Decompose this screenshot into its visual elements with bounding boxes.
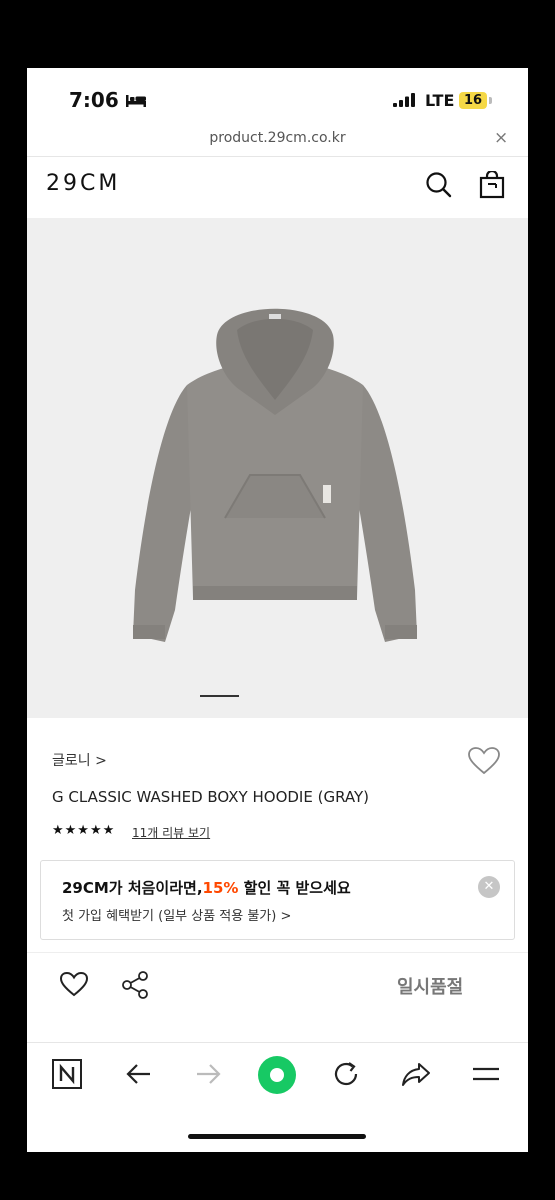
sleep-focus-icon xyxy=(126,95,146,107)
search-icon[interactable] xyxy=(425,171,453,199)
battery-indicator: 16 xyxy=(459,92,487,109)
cell-signal-icon xyxy=(393,93,415,107)
review-link[interactable]: 11개 리뷰 보기 xyxy=(132,824,210,841)
share-icon[interactable] xyxy=(120,970,150,1000)
rating-stars: ★★★★★ xyxy=(52,823,116,838)
share-arrow-icon[interactable] xyxy=(400,1059,432,1089)
naver-green-dot-icon[interactable] xyxy=(257,1055,297,1095)
url-bar[interactable]: product.29cm.co.kr × xyxy=(27,122,528,157)
product-image-carousel[interactable] xyxy=(27,218,528,718)
menu-icon[interactable] xyxy=(470,1059,502,1089)
site-logo[interactable]: 29CM xyxy=(46,171,120,196)
back-arrow-icon[interactable] xyxy=(124,1059,154,1089)
forward-arrow-icon[interactable] xyxy=(193,1059,223,1089)
product-title: G CLASSIC WASHED BOXY HOODIE (GRAY) xyxy=(52,788,369,806)
battery-level: 16 xyxy=(463,93,483,108)
browser-toolbar xyxy=(27,1042,528,1105)
like-heart-icon[interactable] xyxy=(59,971,89,997)
promo-headline-before: 29CM가 처음이라면, xyxy=(62,879,203,897)
naver-home-icon[interactable] xyxy=(51,1059,83,1089)
refresh-icon[interactable] xyxy=(331,1059,361,1089)
phone-screen: 7:06 LTE 16 product.29cm.co.kr × 29CM 글로… xyxy=(27,68,528,1152)
shopping-bag-icon[interactable] xyxy=(479,171,505,199)
brand-link[interactable]: 글로니 > xyxy=(52,750,107,770)
status-time: 7:06 xyxy=(69,88,119,112)
signup-benefit-link[interactable]: 첫 가입 혜택받기 (일부 상품 적용 불가) > xyxy=(62,905,291,924)
promo-banner[interactable]: 29CM가 처음이라면,15% 할인 꼭 받으세요 첫 가입 혜택받기 (일부 … xyxy=(40,860,515,940)
promo-close-button[interactable]: ✕ xyxy=(478,876,500,898)
carousel-indicator xyxy=(200,695,239,697)
bottom-action-bar: 일시품절 xyxy=(27,952,528,1043)
site-header: 29CM xyxy=(27,157,528,217)
promo-headline: 29CM가 처음이라면,15% 할인 꼭 받으세요 xyxy=(62,877,351,898)
close-icon[interactable]: × xyxy=(494,128,508,148)
heart-icon[interactable] xyxy=(467,746,501,776)
promo-headline-after: 할인 꼭 받으세요 xyxy=(238,879,351,897)
sold-out-button[interactable]: 일시품절 xyxy=(397,973,463,999)
gray-hoodie-image xyxy=(133,308,417,642)
home-indicator[interactable] xyxy=(188,1134,366,1139)
promo-discount: 15% xyxy=(202,879,239,897)
url-text[interactable]: product.29cm.co.kr xyxy=(27,130,528,146)
network-type: LTE xyxy=(425,91,455,110)
battery-cap xyxy=(489,97,492,104)
status-bar: 7:06 LTE 16 xyxy=(27,68,528,122)
